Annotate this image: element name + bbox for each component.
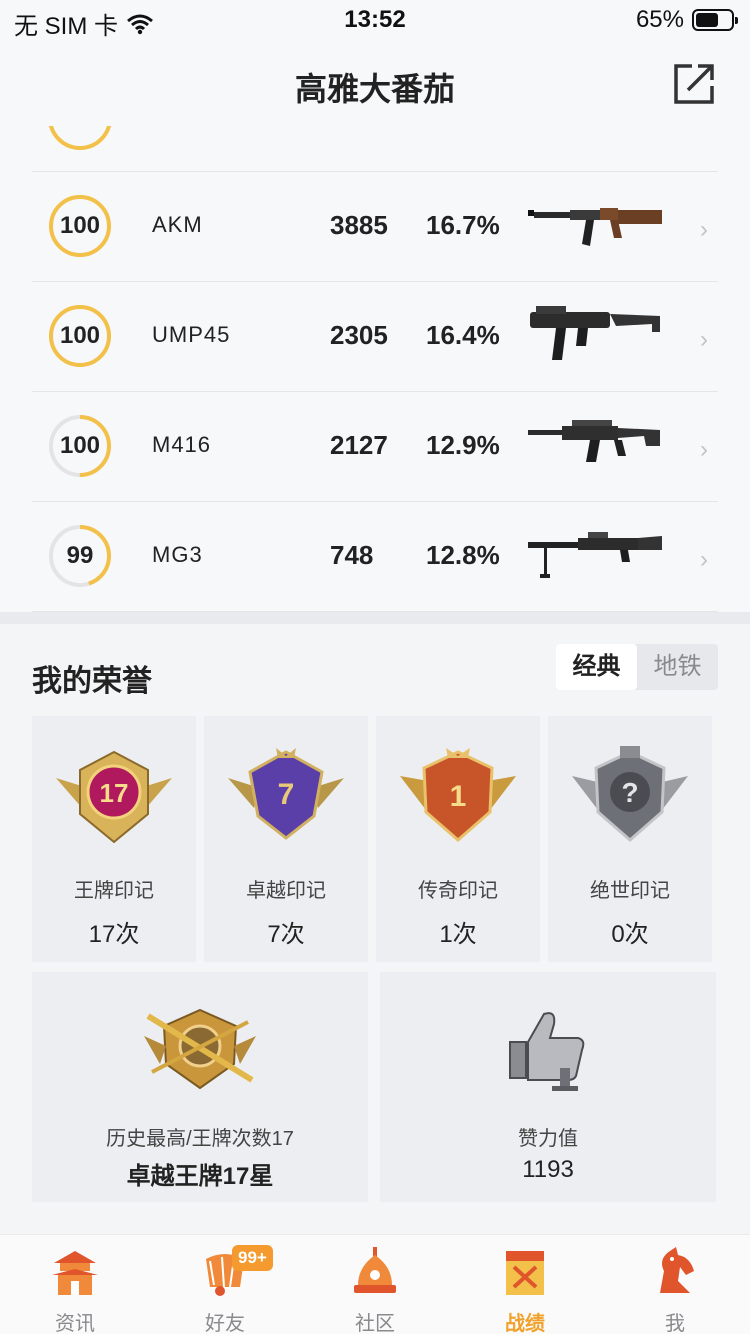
- tab-label: 我: [665, 1313, 685, 1334]
- pagoda-icon: [52, 1251, 98, 1295]
- akm-rifle-icon: [528, 208, 662, 246]
- likes-value: 1193: [522, 1156, 574, 1183]
- weapon-level: 99: [66, 542, 94, 569]
- share-external-icon[interactable]: [672, 62, 716, 106]
- likes-card[interactable]: 赞力值 1193: [380, 972, 716, 1202]
- peerless-mark-number: ?: [621, 777, 638, 808]
- weapon-level: 100: [59, 432, 101, 459]
- status-bar: 无 SIM 卡 13:52 65%: [0, 0, 750, 40]
- section-divider: [0, 612, 750, 624]
- chevron-right-icon: ›: [700, 216, 708, 243]
- mark-count: 7次: [267, 921, 305, 948]
- record-icon: [506, 1251, 544, 1295]
- battery-percent: 65%: [635, 6, 684, 33]
- legend-mark-badge-icon: 1: [400, 748, 516, 842]
- weapon-name: AKM: [152, 212, 203, 237]
- weapon-level-ring: 100: [48, 194, 112, 258]
- battery-icon: [692, 9, 738, 31]
- mark-card-legend[interactable]: 1 传奇印记 1次: [376, 716, 540, 962]
- likes-label: 赞力值: [518, 1128, 578, 1150]
- friends-badge: 99+: [232, 1245, 273, 1271]
- nav-header: 高雅大番茄: [0, 40, 750, 126]
- chevron-right-icon: ›: [700, 546, 708, 573]
- ump45-smg-icon: [530, 306, 660, 360]
- weapon-level-ring: 100: [48, 304, 112, 368]
- segment-classic[interactable]: 经典: [556, 644, 637, 690]
- weapon-level: 100: [59, 322, 101, 349]
- weapon-percent: 12.8%: [426, 540, 500, 570]
- mg3-machinegun-icon: [528, 532, 662, 578]
- honor-section: 我的荣誉 经典 地铁 17 王牌印记 17次 7 卓越印记 7次 1 传奇印记 …: [0, 624, 750, 1234]
- crossed-rifles-emblem-icon: [144, 1008, 256, 1090]
- weapon-row[interactable]: 99 MG3 748 12.8% ›: [32, 502, 718, 612]
- weapon-name: MG3: [152, 542, 203, 567]
- weapon-kills: 2305: [330, 320, 388, 350]
- tab-label: 好友: [205, 1313, 245, 1334]
- weapon-name: UMP45: [152, 322, 231, 347]
- community-icon: [354, 1247, 396, 1293]
- weapon-row[interactable]: 100 M416 2127 12.9% ›: [32, 392, 718, 502]
- ace-mark-number: 17: [100, 778, 129, 808]
- mark-card-excellent[interactable]: 7 卓越印记 7次: [204, 716, 368, 962]
- peerless-mark-badge-icon: ?: [572, 746, 688, 842]
- chevron-right-icon: ›: [700, 436, 708, 463]
- history-label: 历史最高/王牌次数17: [106, 1128, 294, 1150]
- tab-friends[interactable]: 99+ 好友: [150, 1235, 300, 1334]
- weapon-percent: 16.4%: [426, 320, 500, 350]
- tab-news[interactable]: 资讯: [0, 1235, 150, 1334]
- mark-label: 王牌印记: [74, 880, 154, 902]
- ace-mark-badge-icon: 17: [56, 750, 172, 844]
- weapon-percent: 12.9%: [426, 430, 500, 460]
- mark-label: 卓越印记: [246, 880, 326, 902]
- weapon-percent: 16.7%: [426, 210, 500, 240]
- weapon-level-ring: 99: [48, 524, 112, 588]
- history-highest-card[interactable]: 历史最高/王牌次数17 卓越王牌17星: [32, 972, 368, 1202]
- honor-title: 我的荣誉: [32, 665, 152, 698]
- mark-count: 17次: [88, 921, 140, 948]
- bottom-tab-bar: 资讯 99+ 好友 社区 战绩 我: [0, 1234, 750, 1334]
- weapon-row-partial[interactable]: [32, 126, 718, 172]
- mark-count: 0次: [611, 921, 649, 948]
- weapon-name: M416: [152, 432, 212, 457]
- mark-label: 传奇印记: [418, 880, 498, 902]
- mode-segmented-control: 经典 地铁: [556, 644, 718, 690]
- tab-label: 资讯: [55, 1313, 95, 1334]
- segment-metro[interactable]: 地铁: [637, 644, 718, 690]
- weapon-level-ring: 100: [48, 414, 112, 478]
- mark-card-peerless[interactable]: ? 绝世印记 0次: [548, 716, 712, 962]
- tab-community[interactable]: 社区: [300, 1235, 450, 1334]
- tab-label: 社区: [355, 1313, 395, 1334]
- status-right: 65%: [635, 6, 738, 34]
- weapon-row[interactable]: 100 AKM 3885 16.7% ›: [32, 172, 718, 282]
- mark-count: 1次: [439, 921, 477, 948]
- tab-me[interactable]: 我: [600, 1235, 750, 1334]
- weapon-kills: 2127: [330, 430, 388, 460]
- horse-icon: [660, 1247, 694, 1293]
- weapon-level: 100: [59, 212, 101, 239]
- tab-label: 战绩: [505, 1313, 545, 1334]
- excellent-mark-number: 7: [278, 778, 295, 811]
- weapon-kills: 3885: [330, 210, 388, 240]
- level-ring: [48, 126, 112, 150]
- legend-mark-number: 1: [450, 780, 467, 813]
- weapon-row[interactable]: 100 UMP45 2305 16.4% ›: [32, 282, 718, 392]
- excellent-mark-badge-icon: 7: [228, 748, 344, 840]
- thumbs-up-icon: [509, 1012, 585, 1091]
- page-title: 高雅大番茄: [294, 71, 455, 107]
- weapon-list: 100 AKM 3885 16.7% › 100 UMP45 2305 16.4…: [0, 126, 750, 612]
- history-value: 卓越王牌17星: [126, 1163, 274, 1190]
- battery-fill: [696, 13, 718, 27]
- chevron-right-icon: ›: [700, 326, 708, 353]
- mark-card-ace[interactable]: 17 王牌印记 17次: [32, 716, 196, 962]
- tab-record[interactable]: 战绩: [450, 1235, 600, 1334]
- weapon-kills: 748: [330, 540, 374, 570]
- mark-label: 绝世印记: [590, 880, 670, 902]
- m416-rifle-icon: [528, 420, 660, 462]
